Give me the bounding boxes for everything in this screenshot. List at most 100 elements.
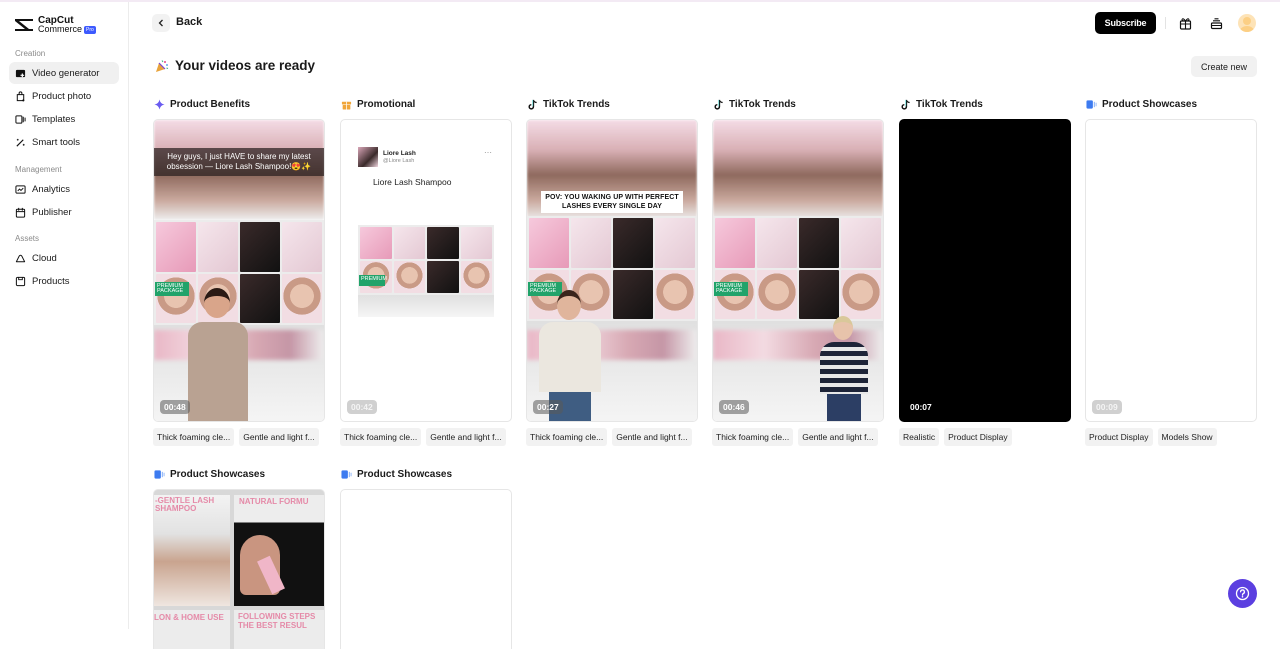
video-duration: 00:07 xyxy=(910,402,932,412)
product-collage xyxy=(713,216,883,321)
brand-subtitle: Commerce xyxy=(38,24,83,34)
presenter-figure xyxy=(817,316,873,421)
tag[interactable]: Realistic xyxy=(899,428,940,446)
cloud-icon xyxy=(15,254,26,262)
video-card: Promotional Liore Lash @Liore Lash ⋯ Lio… xyxy=(340,97,512,446)
section-label-assets: Assets xyxy=(15,234,40,243)
gift-icon xyxy=(1179,17,1191,30)
video-card: Product Showcases -GENTLE LASH SHAMPOO N… xyxy=(153,467,325,649)
product-photo-icon xyxy=(16,90,25,102)
help-icon xyxy=(1235,586,1250,601)
video-duration: 00:42 xyxy=(347,400,377,414)
chevron-left-icon xyxy=(158,19,163,27)
tag[interactable]: Gentle and light f... xyxy=(612,428,692,446)
video-category-label: Product Benefits xyxy=(170,98,251,110)
video-thumbnail[interactable]: 00:07 xyxy=(899,119,1071,422)
tag-list: Product Display Models Show xyxy=(1085,428,1257,446)
capcut-commerce-logo[interactable]: CapCut Commerce Pro xyxy=(14,16,96,34)
party-popper-icon xyxy=(156,59,169,72)
gift-button[interactable] xyxy=(1177,15,1193,31)
pro-badge: Pro xyxy=(84,25,96,34)
magic-wand-icon xyxy=(16,138,25,147)
video-card: TikTok Trends PREMIUM PACKAGE 00:46 Thick… xyxy=(712,97,884,446)
user-avatar[interactable] xyxy=(1238,14,1256,32)
sidebar-item-templates[interactable]: Templates xyxy=(9,108,119,130)
video-thumbnail[interactable]: Hey guys, I just HAVE to share my latest… xyxy=(153,119,325,422)
tag[interactable]: Thick foaming cle... xyxy=(153,428,235,446)
video-card: TikTok Trends 00:07 Realistic Product Di… xyxy=(899,97,1071,446)
premium-badge: PREMIUM PACKAGE xyxy=(714,282,748,296)
tag[interactable]: Thick foaming cle... xyxy=(340,428,422,446)
sidebar-item-publisher[interactable]: Publisher xyxy=(9,201,119,223)
video-caption: POV: YOU WAKING UP WITH PERFECT LASHES E… xyxy=(541,191,683,213)
capcut-logo-icon xyxy=(15,19,33,31)
panel-text: NATURAL FORMU xyxy=(239,497,309,506)
video-card: Product Benefits Hey guys, I just HAVE t… xyxy=(153,97,325,446)
post-title: Liore Lash Shampoo xyxy=(373,177,452,187)
analytics-icon xyxy=(15,184,26,194)
video-thumbnail[interactable]: PREMIUM PACKAGE 00:46 xyxy=(712,119,884,422)
video-thumbnail[interactable]: POV: YOU WAKING UP WITH PERFECT LASHES E… xyxy=(526,119,698,422)
video-category-label: TikTok Trends xyxy=(543,98,610,110)
section-label-management: Management xyxy=(15,165,62,174)
products-icon xyxy=(15,276,26,286)
video-generator-icon xyxy=(15,69,26,77)
video-card: Product Showcases xyxy=(340,467,512,649)
video-category-label: Product Showcases xyxy=(170,468,266,480)
section-label-creation: Creation xyxy=(15,49,46,58)
video-thumbnail[interactable]: -GENTLE LASH SHAMPOO NATURAL FORMU LON &… xyxy=(153,489,325,649)
tag-list: Thick foaming cle... Gentle and light f.… xyxy=(340,428,512,446)
video-thumbnail[interactable] xyxy=(340,489,512,649)
sidebar-item-analytics[interactable]: Analytics xyxy=(9,178,119,200)
tag[interactable]: Models Show xyxy=(1157,428,1217,446)
post-account-name: Liore Lash xyxy=(383,150,416,157)
sidebar-item-products[interactable]: Products xyxy=(9,270,119,292)
more-options-icon[interactable]: ⋯ xyxy=(484,148,492,157)
video-card: Product Showcases 00:09 Product Display … xyxy=(1085,97,1257,446)
video-thumbnail[interactable]: 00:09 xyxy=(1085,119,1257,422)
tiktok-icon xyxy=(714,99,723,110)
sidebar-item-video-generator[interactable]: Video generator xyxy=(9,62,119,84)
tag-list: Realistic Product Display xyxy=(899,428,1071,446)
video-category-label: Product Showcases xyxy=(1102,98,1198,110)
account-avatar xyxy=(358,147,378,167)
tag-list: Thick foaming cle... Gentle and light f.… xyxy=(712,428,884,446)
sparkle-icon xyxy=(154,98,165,110)
gift-box-icon xyxy=(341,101,352,110)
create-new-button[interactable]: Create new xyxy=(1191,56,1257,77)
video-duration: 00:48 xyxy=(160,400,190,414)
video-category-label: TikTok Trends xyxy=(729,98,796,110)
tag[interactable]: Thick foaming cle... xyxy=(526,428,608,446)
tag[interactable]: Product Display xyxy=(944,428,1012,446)
top-border xyxy=(0,0,1280,2)
sidebar-item-label: Video generator xyxy=(32,67,100,79)
tiktok-icon xyxy=(528,99,537,110)
sidebar-item-smart-tools[interactable]: Smart tools xyxy=(9,131,119,153)
tag[interactable]: Thick foaming cle... xyxy=(712,428,794,446)
sidebar-item-product-photo[interactable]: Product photo xyxy=(9,85,119,107)
stack-icon xyxy=(1210,17,1222,29)
tag[interactable]: Gentle and light f... xyxy=(798,428,878,446)
sidebar-item-cloud[interactable]: Cloud xyxy=(9,247,119,269)
tag-list: Thick foaming cle... Gentle and light f.… xyxy=(153,428,325,446)
back-button[interactable] xyxy=(152,14,170,32)
sidebar-item-label: Analytics xyxy=(32,183,71,195)
showcase-icon xyxy=(341,469,352,479)
tag[interactable]: Gentle and light f... xyxy=(426,428,506,446)
sidebar-item-label: Product photo xyxy=(32,90,92,102)
back-link[interactable]: Back xyxy=(176,16,202,28)
subscribe-button[interactable]: Subscribe xyxy=(1095,12,1156,34)
sidebar: CapCut Commerce Pro Creation Video genera… xyxy=(0,2,129,629)
tag[interactable]: Gentle and light f... xyxy=(239,428,319,446)
sidebar-item-label: Smart tools xyxy=(32,136,81,148)
help-button[interactable] xyxy=(1228,579,1257,608)
video-card: TikTok Trends POV: YOU WAKING UP WITH PE… xyxy=(526,97,698,446)
stack-button[interactable] xyxy=(1208,15,1224,31)
tag[interactable]: Product Display xyxy=(1085,428,1153,446)
tiktok-icon xyxy=(901,99,910,110)
calendar-icon xyxy=(15,207,26,218)
panel-text: -GENTLE LASH SHAMPOO xyxy=(155,496,215,513)
video-thumbnail[interactable]: Liore Lash @Liore Lash ⋯ Liore Lash Sham… xyxy=(340,119,512,422)
sidebar-item-label: Publisher xyxy=(32,206,72,218)
showcase-icon xyxy=(154,469,165,479)
